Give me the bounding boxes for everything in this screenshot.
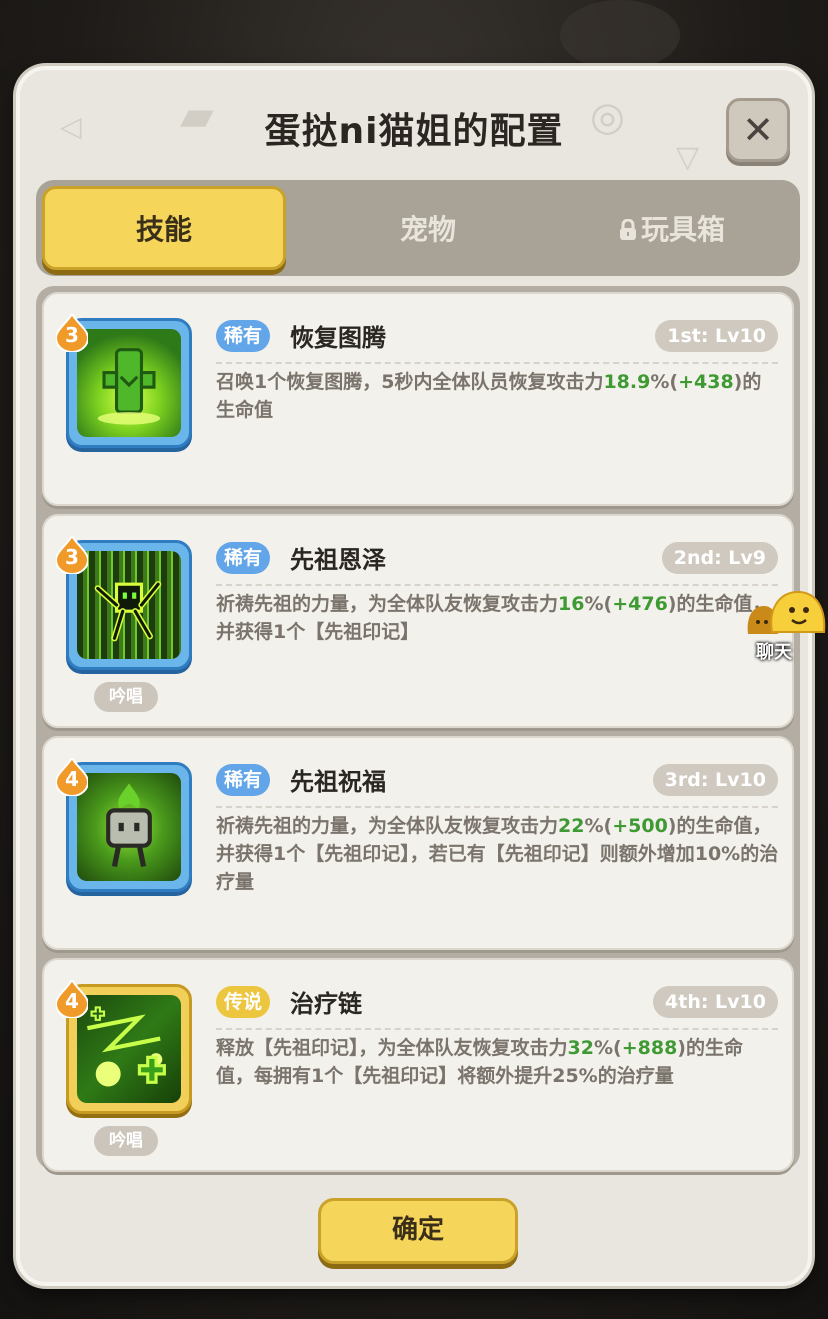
close-button[interactable]: ✕ [726,98,790,162]
skill-list: 3 稀有 恢复图腾 1st: Lv10 召唤1个恢复图腾，5秒内全体队员恢复攻击… [36,286,800,1172]
chant-tag: 吟唱 [94,1126,158,1156]
rarity-badge: 稀有 [216,542,271,574]
skill-description: 召唤1个恢复图腾，5秒内全体队员恢复攻击力18.9%(+438)的生命值 [216,371,762,421]
ancestor-blessing-icon [77,773,181,881]
skill-name: 治疗链 [290,990,362,1018]
divider [216,806,778,808]
chat-bubble-icon [747,590,826,634]
lock-icon [619,219,636,240]
tier-badge: 3 [54,312,90,353]
ancestor-grace-icon [77,551,181,659]
rarity-badge: 稀有 [216,764,271,796]
skill-description: 祈祷先祖的力量，为全体队友恢复攻击力16%(+476)的生命值，并获得1个【先祖… [216,593,772,643]
tier-badge: 4 [54,978,90,1019]
divider [216,584,778,586]
background-decoration [560,0,680,70]
skill-description: 释放【先祖印记】，为全体队友恢复攻击力32%(+888)的生命值，每拥有1个【先… [216,1037,743,1087]
skill-card[interactable]: 3 稀有 恢复图腾 1st: Lv10 召唤1个恢复图腾，5秒内全体队员恢复攻击… [42,292,794,506]
tab-toybox-label: 玩具箱 [640,213,725,246]
divider [216,1028,778,1030]
tab-pets[interactable]: 宠物 [306,186,550,270]
tab-toybox[interactable]: 玩具箱 [550,186,794,270]
tab-pets-label: 宠物 [399,213,456,246]
confirm-button[interactable]: 确定 [318,1198,518,1264]
chat-label: 聊天 [756,642,792,663]
slot-level-badge: 2nd: Lv9 [661,542,778,574]
tab-bar: 技能 宠物 玩具箱 [36,180,800,276]
tab-skills-label: 技能 [135,213,192,246]
chant-tag: 吟唱 [94,682,158,712]
tier-badge: 3 [54,534,90,575]
slot-level-badge: 4th: Lv10 [653,986,778,1018]
totem-icon [77,329,181,437]
skill-name: 恢复图腾 [290,324,386,352]
skill-name: 先祖祝福 [290,768,386,796]
page-title: 蛋挞ni猫姐的配置 [264,111,564,152]
rarity-badge: 稀有 [216,320,271,352]
skill-card[interactable]: 3 吟唱 稀有 先祖恩泽 2nd: Lv9 祈祷先祖的力量，为全体队友恢复攻击力… [42,514,794,728]
skill-description: 祈祷先祖的力量，为全体队友恢复攻击力22%(+500)的生命值，并获得1个【先祖… [216,815,779,893]
config-panel: ◁ ▰ ◎ ▽ 蛋挞ni猫姐的配置 ✕ 技能 宠物 玩具箱 3 稀有 恢复图腾 … [16,66,812,1286]
skill-name: 先祖恩泽 [290,546,386,574]
divider [216,362,778,364]
chat-button[interactable]: 聊天 [744,588,828,664]
close-icon: ✕ [742,108,774,152]
rarity-badge: 传说 [216,986,271,1018]
skill-card[interactable]: 4 吟唱 传说 治疗链 4th: Lv10 释放【先祖印记】，为全体队友恢复攻击… [42,958,794,1172]
tier-badge: 4 [54,756,90,797]
slot-level-badge: 3rd: Lv10 [652,764,778,796]
tab-skills[interactable]: 技能 [42,186,286,270]
slot-level-badge: 1st: Lv10 [655,320,778,352]
skill-card[interactable]: 4 稀有 先祖祝福 3rd: Lv10 祈祷先祖的力量，为全体队友恢复攻击力22… [42,736,794,950]
healing-chain-icon [77,995,181,1103]
